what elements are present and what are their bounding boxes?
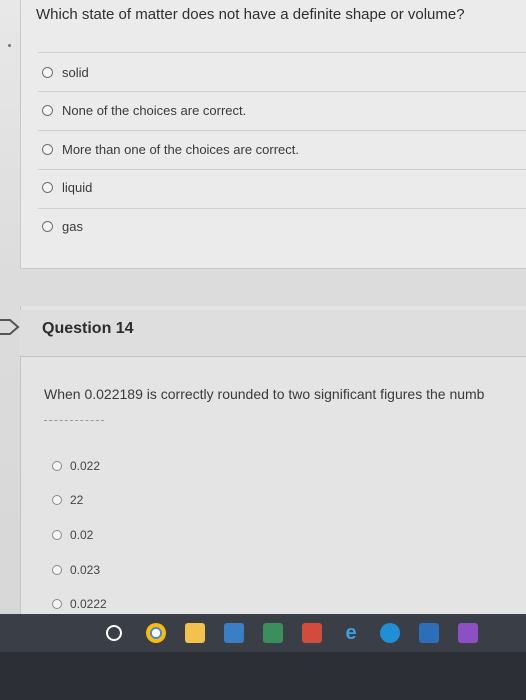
option-divider [38, 208, 526, 209]
radio-icon[interactable] [52, 599, 62, 609]
radio-icon[interactable] [42, 104, 53, 116]
answer-blank-line [44, 420, 104, 421]
radio-icon[interactable] [42, 66, 53, 78]
option-label: 0.022 [70, 459, 101, 473]
option-label: 0.023 [70, 563, 101, 577]
option-more-than-one[interactable]: More than one of the choices are correct… [42, 138, 299, 160]
option-22[interactable]: 22 [52, 490, 83, 510]
calendar-icon[interactable] [224, 623, 244, 643]
option-label: liquid [62, 179, 93, 195]
radio-icon[interactable] [42, 181, 53, 193]
question-14-text: When 0.022189 is correctly rounded to tw… [44, 386, 485, 402]
option-label: 0.02 [70, 528, 94, 542]
app-store-icon[interactable] [419, 623, 439, 643]
option-divider [38, 91, 526, 92]
option-label: More than one of the choices are correct… [62, 141, 300, 157]
question-14-title: Question 14 [42, 320, 134, 337]
left-bullet-dot [8, 44, 11, 47]
option-0-0222[interactable]: 0.0222 [52, 594, 107, 614]
file-explorer-icon[interactable] [185, 623, 205, 643]
option-label: solid [62, 64, 89, 80]
current-question-arrow-icon [0, 319, 20, 335]
option-0-023[interactable]: 0.023 [52, 560, 100, 580]
option-none-correct[interactable]: None of the choices are correct. [42, 99, 246, 121]
photos-icon[interactable] [458, 623, 478, 643]
chrome-icon[interactable] [146, 623, 166, 643]
option-0-02[interactable]: 0.02 [52, 525, 93, 545]
edge-icon[interactable]: e [341, 622, 361, 644]
search-icon[interactable] [106, 625, 122, 641]
question-13-card [20, 0, 526, 269]
excel-icon[interactable] [263, 623, 283, 643]
windows-taskbar: e [0, 614, 526, 652]
outlook-icon[interactable] [302, 623, 322, 643]
option-label: gas [62, 218, 83, 234]
option-label: 22 [70, 493, 84, 507]
option-0-022[interactable]: 0.022 [52, 456, 100, 476]
option-divider [38, 130, 526, 131]
radio-icon[interactable] [52, 565, 62, 575]
option-label: 0.0222 [70, 597, 107, 611]
option-solid[interactable]: solid [42, 61, 89, 83]
option-divider [38, 169, 526, 170]
radio-icon[interactable] [42, 143, 53, 155]
radio-icon[interactable] [52, 530, 62, 540]
option-liquid[interactable]: liquid [42, 176, 92, 198]
ie-icon[interactable] [380, 623, 400, 643]
radio-icon[interactable] [52, 461, 62, 471]
option-label: None of the choices are correct. [62, 102, 247, 118]
question-13-text: Which state of matter does not have a de… [36, 6, 465, 23]
option-gas[interactable]: gas [42, 215, 83, 237]
question-13-divider [38, 52, 526, 53]
radio-icon[interactable] [42, 220, 53, 232]
screen-bezel [0, 652, 526, 700]
radio-icon[interactable] [52, 495, 62, 505]
